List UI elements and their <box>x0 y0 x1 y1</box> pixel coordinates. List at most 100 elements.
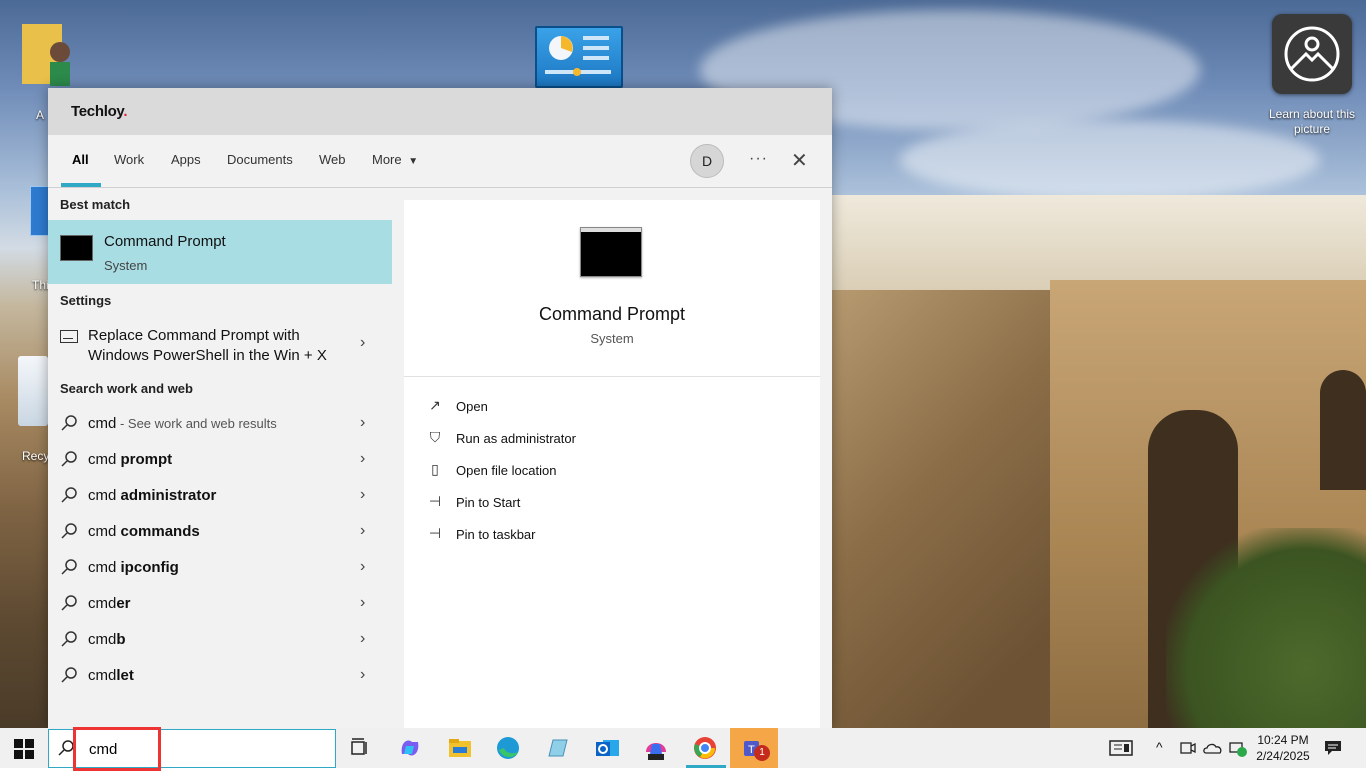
open-icon: ↗ <box>429 397 441 413</box>
action-run-as-administrator[interactable]: ⛉ Run as administrator <box>426 425 726 453</box>
chevron-right-icon: › <box>360 666 366 683</box>
action-label: Pin to Start <box>456 495 521 510</box>
onedrive-icon[interactable] <box>1203 741 1223 755</box>
tab-more[interactable]: More ▼ <box>372 152 418 167</box>
file-location-icon: ▯ <box>431 461 439 477</box>
web-result-label: cmdb <box>88 631 126 648</box>
user-folder-icon[interactable] <box>20 18 72 86</box>
notepad-icon[interactable] <box>543 734 571 762</box>
greenery <box>1166 528 1366 728</box>
taskbar-search-box[interactable]: cmd <box>48 729 336 768</box>
chevron-right-icon: › <box>360 522 366 539</box>
web-result-label: cmd - See work and web results <box>88 415 277 432</box>
teams-button[interactable]: T 1 <box>730 728 778 768</box>
best-match-heading: Best match <box>60 197 131 212</box>
pin-icon: ⊣ <box>428 525 442 541</box>
search-icon <box>60 522 78 540</box>
user-avatar[interactable]: D <box>690 144 724 178</box>
edge-icon[interactable] <box>494 734 522 762</box>
web-result-label: cmd ipconfig <box>88 559 179 576</box>
command-prompt-large-icon <box>580 227 642 277</box>
web-result-item[interactable]: cmd commands › <box>48 514 392 548</box>
chevron-right-icon: › <box>360 450 366 467</box>
tab-apps[interactable]: Apps <box>171 152 201 167</box>
clock-time: 10:24 PM <box>1257 733 1309 747</box>
windows-start-icon[interactable] <box>14 739 34 759</box>
chevron-right-icon: › <box>360 334 366 351</box>
query-suggestion: er <box>116 595 131 612</box>
web-result-item[interactable]: cmdb › <box>48 622 392 656</box>
desktop-icon-label-recy: Recy <box>22 449 50 463</box>
notifications-icon[interactable] <box>1324 740 1342 756</box>
action-pin-to-taskbar[interactable]: ⊣ Pin to taskbar <box>426 521 726 549</box>
query-prefix: cmd <box>88 487 121 504</box>
chevron-right-icon: › <box>360 630 366 647</box>
web-result-item[interactable]: cmd administrator › <box>48 478 392 512</box>
microsoft-365-icon[interactable] <box>642 734 670 762</box>
query-prefix: cmd <box>88 523 121 540</box>
action-open-file-location[interactable]: ▯ Open file location <box>426 457 726 485</box>
search-icon <box>60 666 78 684</box>
chevron-up-icon[interactable]: ^ <box>1156 739 1163 779</box>
tab-all[interactable]: All <box>72 152 89 167</box>
search-input[interactable]: cmd <box>89 741 117 758</box>
query-prefix: cmd <box>88 595 117 612</box>
search-icon <box>57 739 75 757</box>
tab-documents[interactable]: Documents <box>227 152 293 167</box>
search-work-web-heading: Search work and web <box>60 381 193 396</box>
bridge-arch <box>1320 370 1366 490</box>
clock-date: 2/24/2025 <box>1256 749 1310 763</box>
shield-icon: ⛉ <box>429 429 441 445</box>
preview-subtitle: System <box>590 331 634 346</box>
learn-about-picture-button[interactable] <box>1272 14 1352 94</box>
chevron-right-icon: › <box>360 594 366 611</box>
pin-icon: ⊣ <box>428 493 442 509</box>
search-icon <box>60 450 78 468</box>
web-result-item[interactable]: cmd ipconfig › <box>48 550 392 584</box>
network-icon[interactable] <box>1228 739 1248 757</box>
control-panel-icon[interactable] <box>535 26 623 88</box>
outlook-icon[interactable] <box>593 734 621 762</box>
tab-web[interactable]: Web <box>319 152 346 167</box>
web-result-label: cmdlet <box>88 667 134 684</box>
more-options-icon[interactable]: ··· <box>749 150 768 168</box>
camera-pin-icon <box>1284 26 1340 82</box>
recycle-bin-icon[interactable] <box>18 356 48 426</box>
chrome-icon[interactable] <box>691 734 719 762</box>
system-clock[interactable]: 10:24 PM 2/24/2025 <box>1252 732 1314 764</box>
brand-logo: Techloy. <box>71 103 128 120</box>
best-match-type: System <box>104 258 148 273</box>
web-result-item[interactable]: cmdlet › <box>48 658 392 692</box>
query-suggestion: ipconfig <box>120 559 179 576</box>
web-result-item[interactable]: cmd prompt › <box>48 442 392 476</box>
web-result-label: cmder <box>88 595 131 612</box>
file-explorer-icon[interactable] <box>446 734 474 762</box>
search-icon <box>60 594 78 612</box>
tab-work[interactable]: Work <box>114 152 144 167</box>
preview-divider <box>404 376 820 377</box>
web-result-item[interactable]: cmder › <box>48 586 392 620</box>
web-result-item[interactable]: cmd - See work and web results › <box>48 406 392 440</box>
news-widget-icon[interactable] <box>1108 728 1134 768</box>
query-prefix: cmd <box>88 559 121 576</box>
action-label: Open file location <box>456 463 557 478</box>
setting-replace-cmd-powershell[interactable]: Replace Command Prompt with Windows Powe… <box>48 324 392 368</box>
action-label: Open <box>456 399 488 414</box>
search-icon <box>60 630 78 648</box>
query-prefix: cmd <box>88 415 117 432</box>
web-result-label: cmd administrator <box>88 487 216 504</box>
chevron-down-icon: ▼ <box>408 156 419 167</box>
chevron-right-icon: › <box>360 414 366 431</box>
teams-badge: 1 <box>754 745 770 761</box>
close-icon[interactable]: ✕ <box>791 148 808 173</box>
best-match-command-prompt[interactable]: Command Prompt System <box>48 220 392 284</box>
settings-heading: Settings <box>60 293 112 308</box>
action-pin-to-start[interactable]: ⊣ Pin to Start <box>426 489 726 517</box>
meet-now-icon[interactable] <box>1180 741 1196 755</box>
task-view-icon[interactable] <box>346 734 374 762</box>
search-icon <box>60 414 78 432</box>
query-suffix: - See work and web results <box>116 416 277 431</box>
settings-keyboard-icon <box>60 330 78 343</box>
action-open[interactable]: ↗ Open <box>426 393 726 421</box>
copilot-icon[interactable] <box>396 734 424 762</box>
